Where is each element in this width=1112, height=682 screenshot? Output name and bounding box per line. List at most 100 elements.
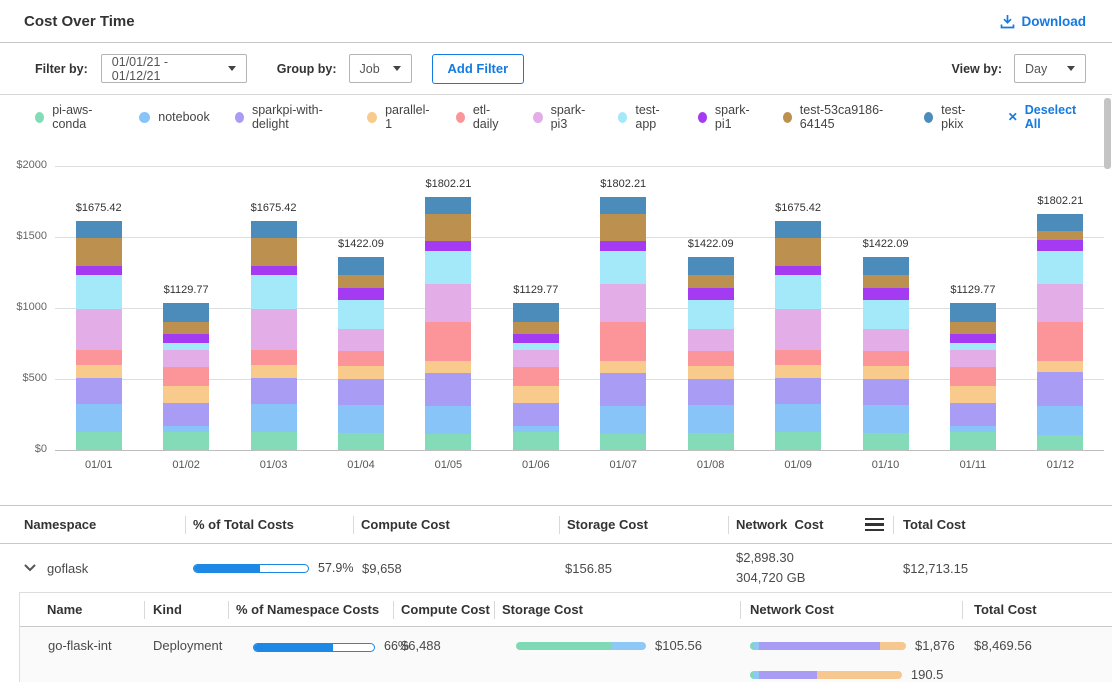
bar-segment-test-app[interactable]: [513, 343, 559, 350]
bar-segment-test-app[interactable]: [1037, 251, 1083, 284]
bar-segment-test-pkix[interactable]: [338, 257, 384, 275]
bar-segment-spark-pi1[interactable]: [688, 288, 734, 300]
bar-segment-spark-pi1[interactable]: [1037, 240, 1083, 251]
bar-segment-pi-aws-conda[interactable]: [251, 432, 297, 450]
bar-segment-parallel-1[interactable]: [251, 365, 297, 378]
col-network-cost[interactable]: Network Cost: [728, 517, 893, 532]
bar-segment-spark-pi1[interactable]: [251, 266, 297, 275]
bar-segment-spark-pi1[interactable]: [425, 241, 471, 251]
bar-segment-pi-aws-conda[interactable]: [600, 434, 646, 450]
bar-segment-parallel-1[interactable]: [425, 361, 471, 373]
bar-segment-spark-pi3[interactable]: [950, 350, 996, 367]
bar-segment-etl-daily[interactable]: [600, 322, 646, 361]
col-total-cost[interactable]: Total Cost: [893, 517, 1112, 532]
bar-segment-test-app[interactable]: [688, 300, 734, 329]
bar-segment-sparkpi-with-delight[interactable]: [163, 403, 209, 426]
bar-segment-parallel-1[interactable]: [688, 366, 734, 379]
stacked-bar-01/05[interactable]: [425, 197, 471, 450]
hamburger-menu-icon[interactable]: [865, 518, 884, 532]
bar-segment-spark-pi3[interactable]: [600, 284, 646, 322]
deselect-all-button[interactable]: ✕ Deselect All: [1008, 103, 1086, 131]
bar-segment-spark-pi3[interactable]: [251, 309, 297, 350]
bar-segment-parallel-1[interactable]: [163, 386, 209, 403]
bar-segment-etl-daily[interactable]: [76, 350, 122, 365]
bar-segment-test-pkix[interactable]: [251, 221, 297, 238]
bar-segment-test-pkix[interactable]: [1037, 214, 1083, 231]
bar-segment-sparkpi-with-delight[interactable]: [688, 379, 734, 405]
stacked-bar-01/06[interactable]: [513, 303, 559, 450]
stacked-bar-01/11[interactable]: [950, 303, 996, 450]
bar-segment-notebook[interactable]: [251, 404, 297, 432]
bar-segment-test-53ca9186-64145[interactable]: [76, 238, 122, 266]
bar-segment-test-pkix[interactable]: [775, 221, 821, 238]
bar-segment-parallel-1[interactable]: [513, 386, 559, 403]
workload-row-go-flask-int[interactable]: go-flask-int Deployment 66% $6,488 $105.…: [20, 627, 1112, 682]
bar-segment-etl-daily[interactable]: [425, 322, 471, 361]
legend-item-spark-pi3[interactable]: spark-pi3: [533, 103, 593, 131]
stacked-bar-01/04[interactable]: [338, 257, 384, 450]
bar-segment-test-pkix[interactable]: [863, 257, 909, 275]
col-compute-cost[interactable]: Compute Cost: [393, 602, 494, 617]
bar-segment-sparkpi-with-delight[interactable]: [76, 378, 122, 404]
bar-segment-spark-pi1[interactable]: [950, 334, 996, 343]
bar-segment-test-app[interactable]: [163, 343, 209, 350]
bar-segment-pi-aws-conda[interactable]: [76, 432, 122, 450]
stacked-bar-01/03[interactable]: [251, 221, 297, 450]
date-range-select[interactable]: 01/01/21 - 01/12/21: [101, 54, 247, 83]
bar-segment-sparkpi-with-delight[interactable]: [600, 373, 646, 406]
bar-segment-etl-daily[interactable]: [513, 367, 559, 386]
bar-segment-test-53ca9186-64145[interactable]: [775, 238, 821, 266]
bar-segment-test-app[interactable]: [950, 343, 996, 350]
bar-segment-sparkpi-with-delight[interactable]: [513, 403, 559, 426]
bar-segment-test-53ca9186-64145[interactable]: [863, 275, 909, 288]
bar-segment-sparkpi-with-delight[interactable]: [950, 403, 996, 426]
bar-segment-pi-aws-conda[interactable]: [863, 433, 909, 450]
bar-segment-parallel-1[interactable]: [950, 386, 996, 403]
bar-segment-parallel-1[interactable]: [600, 361, 646, 373]
bar-segment-test-pkix[interactable]: [76, 221, 122, 238]
bar-segment-parallel-1[interactable]: [338, 366, 384, 379]
bar-segment-sparkpi-with-delight[interactable]: [251, 378, 297, 404]
bar-segment-test-app[interactable]: [338, 300, 384, 329]
bar-segment-test-pkix[interactable]: [513, 303, 559, 322]
group-by-select[interactable]: Job: [349, 54, 412, 83]
bar-segment-notebook[interactable]: [688, 405, 734, 433]
bar-segment-etl-daily[interactable]: [1037, 322, 1083, 361]
legend-item-pi-aws-conda[interactable]: pi-aws-conda: [35, 103, 114, 131]
stacked-bar-01/08[interactable]: [688, 257, 734, 450]
bar-segment-test-app[interactable]: [251, 275, 297, 309]
bar-segment-etl-daily[interactable]: [163, 367, 209, 386]
bar-segment-parallel-1[interactable]: [863, 366, 909, 379]
bar-segment-spark-pi1[interactable]: [775, 266, 821, 275]
stacked-bar-01/01[interactable]: [76, 221, 122, 450]
bar-segment-spark-pi3[interactable]: [863, 329, 909, 351]
bar-segment-test-pkix[interactable]: [163, 303, 209, 322]
bar-segment-pi-aws-conda[interactable]: [775, 432, 821, 450]
bar-segment-test-53ca9186-64145[interactable]: [163, 322, 209, 334]
expand-toggle[interactable]: goflask: [24, 561, 88, 576]
bar-segment-parallel-1[interactable]: [775, 365, 821, 378]
bar-segment-notebook[interactable]: [863, 405, 909, 433]
bar-segment-test-53ca9186-64145[interactable]: [950, 322, 996, 334]
bar-segment-spark-pi3[interactable]: [163, 350, 209, 367]
bar-segment-spark-pi1[interactable]: [863, 288, 909, 300]
bar-segment-sparkpi-with-delight[interactable]: [338, 379, 384, 405]
bar-segment-etl-daily[interactable]: [251, 350, 297, 365]
bar-segment-pi-aws-conda[interactable]: [513, 432, 559, 450]
stacked-bar-01/09[interactable]: [775, 221, 821, 450]
bar-segment-test-app[interactable]: [600, 251, 646, 284]
bar-segment-test-app[interactable]: [76, 275, 122, 309]
view-by-select[interactable]: Day: [1014, 54, 1086, 83]
bar-segment-spark-pi3[interactable]: [513, 350, 559, 367]
bar-segment-test-pkix[interactable]: [425, 197, 471, 214]
bar-segment-sparkpi-with-delight[interactable]: [425, 373, 471, 406]
namespace-row-goflask[interactable]: goflask 57.9% $9,658 $156.85 $2,898.30 3…: [0, 544, 1112, 592]
legend-item-etl-daily[interactable]: etl-daily: [456, 103, 509, 131]
bar-segment-spark-pi3[interactable]: [688, 329, 734, 351]
bar-segment-notebook[interactable]: [338, 405, 384, 433]
bar-segment-spark-pi3[interactable]: [338, 329, 384, 351]
bar-segment-spark-pi3[interactable]: [775, 309, 821, 350]
bar-segment-test-53ca9186-64145[interactable]: [1037, 231, 1083, 240]
bar-segment-etl-daily[interactable]: [863, 351, 909, 366]
col-compute-cost[interactable]: Compute Cost: [353, 517, 559, 532]
